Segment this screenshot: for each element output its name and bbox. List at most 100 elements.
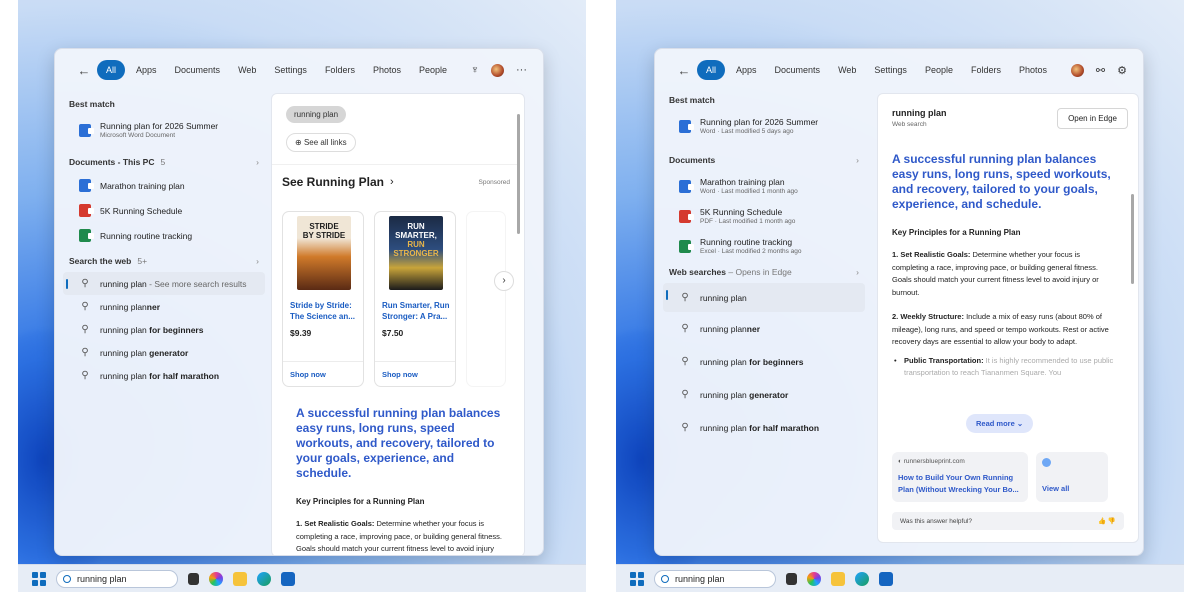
document-item[interactable]: Running routine tracking	[63, 223, 265, 248]
scrollbar[interactable]	[1131, 194, 1134, 284]
web-result-selected[interactable]: ⚲ running plan - See more search results	[63, 272, 265, 295]
product-card[interactable]: STRIDE BY STRIDE Stride by Stride: The Sc…	[282, 211, 364, 387]
view-all-card[interactable]: View all	[1036, 452, 1108, 502]
filter-people[interactable]: People	[918, 61, 960, 79]
task-view-icon[interactable]	[786, 572, 797, 585]
shop-now-link[interactable]: Shop now	[290, 370, 326, 379]
task-view-icon[interactable]	[188, 572, 199, 585]
best-match-header: Best match	[669, 95, 715, 105]
filter-web[interactable]: Web	[231, 61, 263, 79]
trophy-icon[interactable]: ♆	[471, 64, 479, 76]
edge-icon[interactable]	[855, 571, 869, 586]
source-link-title: How to Build Your Own Running Plan (With…	[898, 473, 1019, 494]
chevron-down-icon: ⌄	[1016, 419, 1024, 428]
taskbar: running plan	[18, 564, 586, 592]
copilot-icon[interactable]	[807, 571, 821, 586]
web-suggestion[interactable]: ⚲ running plan for half marathon	[63, 364, 265, 387]
globe-icon: ⊕	[295, 138, 304, 147]
filter-photos[interactable]: Photos	[1012, 61, 1054, 79]
see-all-links-button[interactable]: ⊕ See all links	[286, 133, 356, 152]
carousel-next-icon[interactable]: ›	[494, 271, 514, 291]
answer-block: A successful running plan balances easy …	[296, 406, 502, 555]
product-price: $7.50	[382, 328, 404, 338]
avatar[interactable]	[491, 63, 504, 77]
search-web-header[interactable]: Search the web 5+ ›	[63, 250, 265, 272]
web-suggestion[interactable]: ⚲ running plan for beginners	[63, 318, 265, 341]
document-item[interactable]: Marathon training plan Word · Last modifi…	[663, 171, 865, 201]
web-searches-header[interactable]: Web searches – Opens in Edge ›	[663, 261, 865, 283]
filter-documents[interactable]: Documents	[168, 61, 228, 79]
windows-start-icon[interactable]	[32, 571, 46, 586]
back-arrow-icon[interactable]: ←	[675, 63, 693, 78]
search-icon: ⚲	[81, 370, 89, 381]
store-icon[interactable]	[879, 571, 893, 586]
search-icon	[661, 574, 669, 583]
web-suggestion[interactable]: ⚲ running plan for beginners	[663, 345, 865, 378]
excel-doc-icon	[679, 239, 694, 253]
read-more-button[interactable]: Read more ⌄	[966, 414, 1034, 433]
document-item[interactable]: Marathon training plan	[63, 173, 265, 198]
filter-photos[interactable]: Photos	[366, 61, 408, 79]
shop-now-link[interactable]: Shop now	[382, 370, 418, 379]
document-item[interactable]: 5K Running Schedule PDF · Last modified 1…	[663, 201, 865, 231]
chevron-right-icon: ›	[256, 157, 259, 167]
best-match-item[interactable]: Running plan for 2026 Summer Microsoft W…	[63, 115, 265, 145]
filter-settings[interactable]: Settings	[267, 61, 314, 79]
copilot-icon[interactable]	[209, 571, 223, 586]
documents-header[interactable]: Documents ›	[663, 149, 865, 171]
filter-all[interactable]: All	[697, 60, 726, 80]
product-card[interactable]: RUN SMARTER, RUN STRONGER Run Smarter, Ru…	[374, 211, 456, 387]
filter-web[interactable]: Web	[831, 61, 863, 79]
store-icon[interactable]	[281, 571, 295, 586]
search-icon: ⚲	[81, 347, 89, 358]
documents-header[interactable]: Documents - This PC 5 ›	[63, 151, 265, 173]
filter-people[interactable]: People	[412, 61, 454, 79]
shopping-title[interactable]: See Running Plan	[282, 175, 384, 189]
more-options-icon[interactable]: ···	[516, 64, 527, 76]
results-column: Best match Running plan for 2026 Summer …	[63, 93, 265, 387]
taskbar-search-box[interactable]: running plan	[654, 569, 776, 588]
answer-title: A successful running plan balances easy …	[296, 406, 501, 480]
filter-apps[interactable]: Apps	[129, 61, 164, 79]
scrollbar[interactable]	[517, 114, 520, 234]
filter-documents[interactable]: Documents	[768, 61, 828, 79]
open-in-edge-button[interactable]: Open in Edge	[1057, 108, 1128, 129]
web-suggestion[interactable]: ⚲ running plan generator	[663, 378, 865, 411]
product-title: Stride by Stride: The Science an...	[290, 301, 355, 321]
document-item[interactable]: Running routine tracking Excel · Last mod…	[663, 231, 865, 261]
file-explorer-icon[interactable]	[233, 571, 247, 586]
filter-all[interactable]: All	[97, 60, 126, 80]
best-match-item[interactable]: Running plan for 2026 Summer Word · Last…	[663, 111, 865, 141]
best-match-title: Running plan for 2026 Summer	[100, 121, 219, 131]
web-preview-pane: running plan Web search Open in Edge A s…	[877, 93, 1139, 543]
edge-icon[interactable]	[257, 571, 271, 586]
excel-doc-icon	[79, 229, 94, 242]
filter-folders[interactable]: Folders	[964, 61, 1008, 79]
gear-icon[interactable]: ⚙	[1117, 64, 1127, 77]
filter-folders[interactable]: Folders	[318, 61, 362, 79]
filter-apps[interactable]: Apps	[729, 61, 764, 79]
document-item[interactable]: 5K Running Schedule	[63, 198, 265, 223]
web-suggestion[interactable]: ⚲ running planner	[663, 312, 865, 345]
back-arrow-icon[interactable]: ←	[75, 63, 93, 78]
web-suggestion[interactable]: ⚲ running plan for half marathon	[663, 411, 865, 444]
search-panel: ← All Apps Documents Web Settings Folder…	[54, 48, 544, 556]
taskbar-search-box[interactable]: running plan	[56, 569, 178, 588]
search-icon: ⚲	[681, 323, 689, 334]
file-explorer-icon[interactable]	[831, 571, 845, 586]
filter-bar: ← All Apps Documents Web Settings Folder…	[75, 59, 527, 81]
thumbs-up-icon[interactable]: 👍	[1098, 518, 1106, 525]
thumbs-down-icon[interactable]: 👎	[1108, 518, 1116, 525]
filter-settings[interactable]: Settings	[867, 61, 914, 79]
windows-start-icon[interactable]	[630, 571, 644, 586]
chevron-right-icon: ›	[390, 176, 394, 188]
query-pill[interactable]: running plan	[286, 106, 347, 123]
web-suggestion[interactable]: ⚲ running plan generator	[63, 341, 265, 364]
best-match-subtitle: Microsoft Word Document	[100, 132, 176, 139]
avatar[interactable]	[1070, 63, 1084, 77]
web-suggestion[interactable]: ⚲ running planner	[63, 295, 265, 318]
web-result-selected[interactable]: ⚲ running plan	[663, 283, 865, 312]
network-icon[interactable]: ⚯	[1096, 64, 1105, 77]
left-screenshot: ← All Apps Documents Web Settings Folder…	[18, 0, 586, 592]
source-link-card[interactable]: ◐ runnersblueprint.com How to Build Your…	[892, 452, 1028, 502]
